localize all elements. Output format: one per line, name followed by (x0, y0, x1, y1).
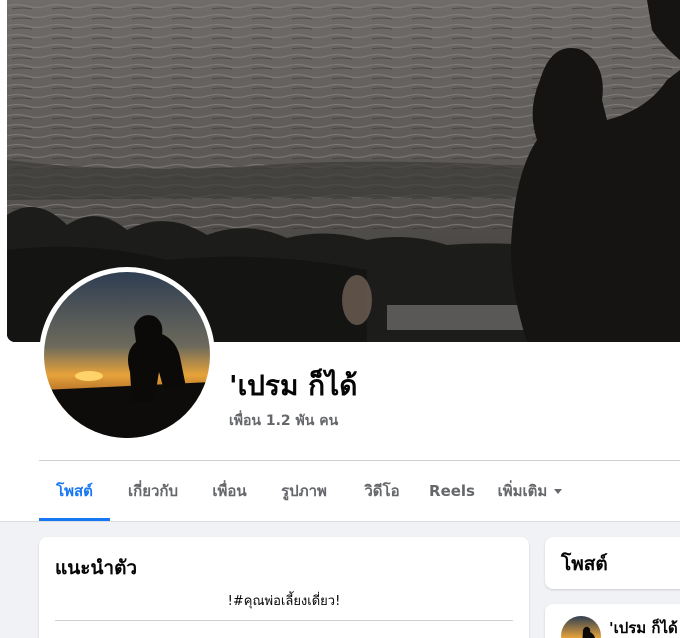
post-author-avatar[interactable] (561, 616, 601, 638)
intro-title: แนะนำตัว (55, 557, 138, 579)
intro-bio: !#คุณพ่อเลี้ยงเดี่ยว! (227, 594, 341, 609)
tab-more[interactable]: เพิ่มเติม (485, 461, 575, 521)
intro-card: แนะนำตัว !#คุณพ่อเลี้ยงเดี่ยว! (39, 537, 529, 638)
profile-name: 'เปรม ก็ได้ (229, 369, 358, 402)
tab-videos[interactable]: วิดีโอ (345, 461, 419, 521)
tab-label: เกี่ยวกับ (127, 482, 179, 500)
post-author-name[interactable]: 'เปรม ก็ได้ (609, 616, 678, 638)
tab-reels[interactable]: Reels (419, 461, 485, 521)
tab-photos[interactable]: รูปภาพ (263, 461, 345, 521)
posts-header-card: โพสต์ (545, 537, 680, 589)
tab-friends[interactable]: เพื่อน (196, 461, 263, 521)
profile-tabs: โพสต์ เกี่ยวกับ เพื่อน รูปภาพ วิดีโอ Ree… (39, 461, 575, 521)
tab-label: รูปภาพ (281, 482, 327, 500)
profile-avatar[interactable] (39, 267, 215, 443)
tab-about[interactable]: เกี่ยวกับ (110, 461, 196, 521)
tab-label: เพื่อน (212, 482, 247, 500)
caret-down-icon (554, 488, 563, 494)
post-card: 'เปรม ก็ได้ (545, 604, 680, 638)
posts-title: โพสต์ (561, 553, 608, 575)
tab-label: โพสต์ (56, 482, 93, 500)
tab-label: เพิ่มเติม (497, 482, 548, 500)
tab-label: วิดีโอ (364, 482, 400, 500)
friends-count[interactable]: เพื่อน 1.2 พัน คน (229, 410, 338, 432)
tabs-bottom-border (0, 521, 680, 522)
tab-label: Reels (429, 482, 475, 500)
profile-header: 'เปรม ก็ได้ เพื่อน 1.2 พัน คน โพสต์ เกี่… (0, 0, 680, 522)
tab-posts[interactable]: โพสต์ (39, 461, 110, 521)
intro-divider (55, 620, 513, 621)
